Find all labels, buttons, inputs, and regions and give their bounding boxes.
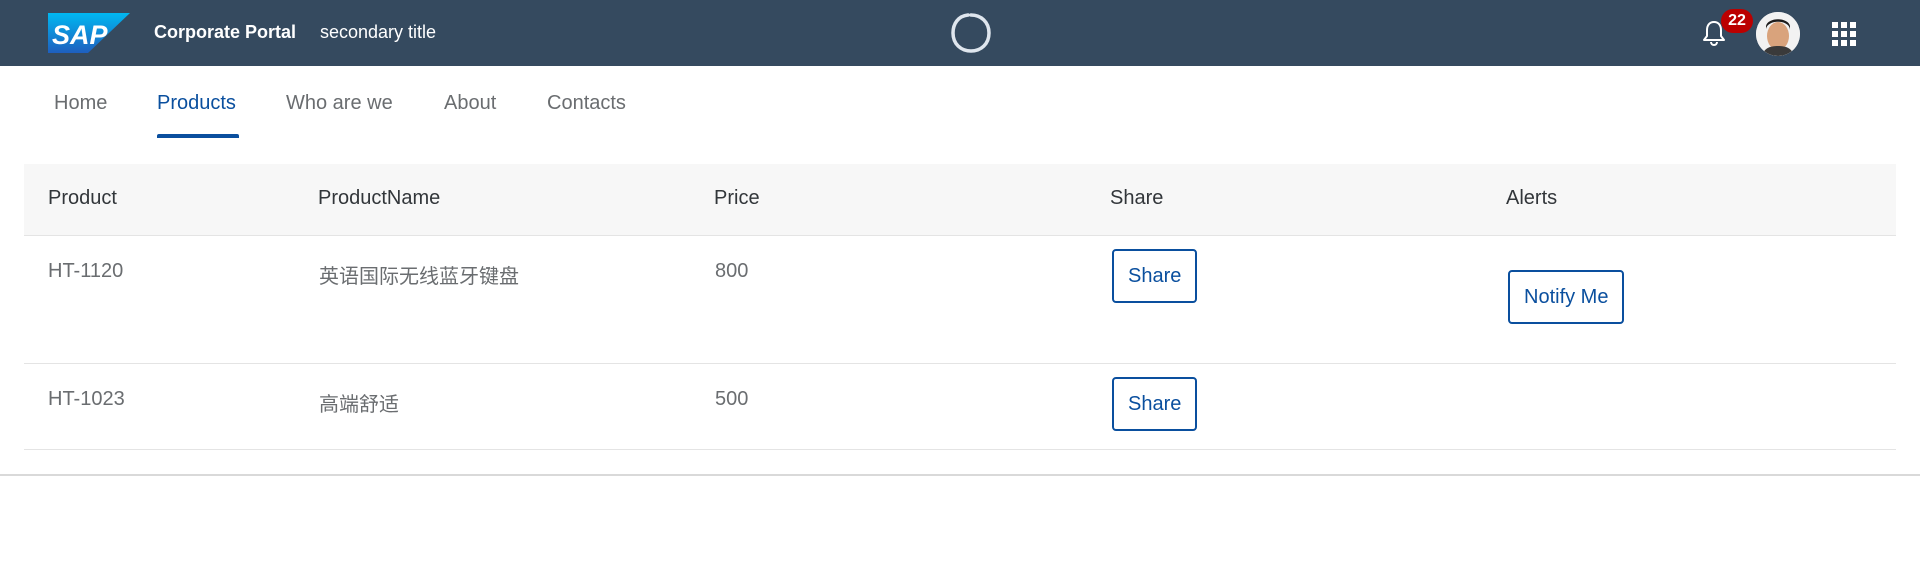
shell-bar: SAP Corporate Portal secondary title 22 xyxy=(0,0,1920,66)
column-header-alerts: Alerts xyxy=(1506,187,1558,209)
avatar[interactable] xyxy=(1756,12,1800,56)
cell-product: HT-1023 xyxy=(48,388,125,410)
share-button[interactable]: Share xyxy=(1112,377,1198,431)
sap-logo[interactable]: SAP xyxy=(48,13,130,53)
tab-products[interactable]: Products xyxy=(157,92,236,115)
column-header-price: Price xyxy=(714,187,760,209)
app-title[interactable]: Corporate Portal xyxy=(154,22,296,43)
sap-logo-text: SAP xyxy=(52,20,109,50)
footer-divider xyxy=(0,474,1920,476)
tab-contacts[interactable]: Contacts xyxy=(547,92,626,115)
column-header-product: Product xyxy=(48,187,117,209)
cell-price: 500 xyxy=(715,388,749,410)
app-subtitle: secondary title xyxy=(320,22,437,42)
table-row[interactable]: HT-1023 高端舒适 500 Share xyxy=(24,364,1896,450)
tab-who-are-we[interactable]: Who are we xyxy=(286,92,393,115)
copilot-icon[interactable] xyxy=(948,10,994,56)
cell-product-name: 英语国际无线蓝牙键盘 xyxy=(319,266,519,288)
tab-about[interactable]: About xyxy=(444,92,496,115)
share-button[interactable]: Share xyxy=(1112,249,1198,303)
column-header-product-name: ProductName xyxy=(318,187,441,209)
tab-home[interactable]: Home xyxy=(54,92,107,115)
products-table: Product ProductName Price Share Alerts H… xyxy=(24,164,1896,450)
column-header-share: Share xyxy=(1110,187,1164,209)
notify-me-button[interactable]: Notify Me xyxy=(1508,270,1625,324)
table-row[interactable]: HT-1120 英语国际无线蓝牙键盘 800 Share Notify Me xyxy=(24,236,1896,364)
notification-badge: 22 xyxy=(1721,9,1753,33)
cell-price: 800 xyxy=(715,260,749,282)
avatar-image xyxy=(1756,12,1800,56)
table-header: Product ProductName Price Share Alerts xyxy=(24,164,1896,236)
tab-bar: Home Products Who are we About Contacts xyxy=(0,66,1920,140)
product-switch-grid-icon[interactable] xyxy=(1832,22,1856,46)
cell-product: HT-1120 xyxy=(48,260,124,282)
cell-product-name: 高端舒适 xyxy=(319,394,399,416)
active-tab-indicator xyxy=(157,134,239,138)
